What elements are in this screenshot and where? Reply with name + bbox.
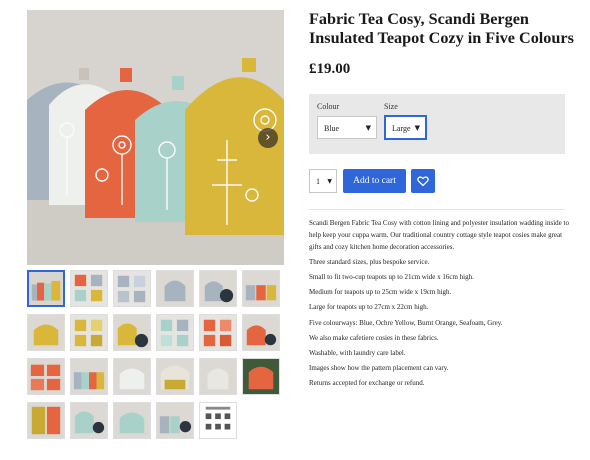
variant-options-panel: Colour Blue ▼ Size Large ▼ — [309, 94, 565, 154]
thumbnail-13[interactable] — [27, 358, 65, 395]
thumbnail-14[interactable] — [70, 358, 108, 395]
description-paragraph: Images show how the pattern placement ca… — [309, 364, 449, 373]
quantity-value: 1 — [316, 177, 320, 186]
thumbnail-9[interactable] — [113, 314, 151, 351]
thumbnail-15[interactable] — [113, 358, 151, 395]
chevron-down-icon: ▼ — [327, 178, 332, 185]
thumbnail-19[interactable] — [27, 402, 65, 439]
tea-cosy-photo — [27, 10, 284, 265]
product-price: £19.00 — [309, 61, 351, 77]
size-select-value: Large — [392, 124, 411, 133]
description-paragraph: Small to fit two-cup teapots up to 21cm … — [309, 272, 474, 281]
chevron-down-icon: ▼ — [365, 124, 371, 132]
colour-select[interactable]: Blue ▼ — [317, 116, 377, 139]
thumbnail-23[interactable] — [199, 402, 237, 439]
add-to-cart-button[interactable]: Add to cart — [343, 169, 406, 193]
thumbnail-17[interactable] — [199, 358, 237, 395]
thumbnail-5[interactable] — [199, 270, 237, 307]
next-image-arrow[interactable]: › — [258, 128, 278, 148]
thumbnail-6[interactable] — [242, 270, 280, 307]
description-paragraph: Large for teapots up to 27cm x 22cm high… — [309, 303, 429, 312]
chevron-down-icon: ▼ — [414, 124, 420, 132]
thumbnail-12[interactable] — [242, 314, 280, 351]
main-product-image[interactable]: › — [27, 10, 284, 265]
thumbnail-8[interactable] — [70, 314, 108, 351]
divider — [309, 209, 565, 210]
description-paragraph: Three standard sizes, plus bespoke servi… — [309, 257, 430, 266]
thumbnail-16[interactable] — [156, 358, 194, 395]
size-label: Size — [384, 102, 398, 111]
thumbnail-2[interactable] — [70, 270, 108, 307]
thumbnail-20[interactable] — [70, 402, 108, 439]
thumbnail-10[interactable] — [156, 314, 194, 351]
description-paragraph: Medium for teapots up to 25cm wide x 19c… — [309, 288, 452, 297]
thumbnail-21[interactable] — [113, 402, 151, 439]
product-description: Scandi Bergen Fabric Tea Cosy with cotto… — [309, 218, 571, 393]
colour-select-value: Blue — [324, 124, 340, 133]
thumbnail-11[interactable] — [199, 314, 237, 351]
description-paragraph: Returns accepted for exchange or refund. — [309, 379, 425, 388]
thumbnail-4[interactable] — [156, 270, 194, 307]
thumbnail-22[interactable] — [156, 402, 194, 439]
thumbnail-1[interactable] — [27, 270, 65, 307]
heart-icon — [417, 176, 429, 187]
size-select[interactable]: Large ▼ — [384, 115, 427, 140]
description-paragraph: We also make cafetiere cosies in these f… — [309, 333, 439, 342]
description-paragraph: Washable, with laundry care label. — [309, 348, 406, 357]
colour-label: Colour — [317, 102, 340, 111]
wishlist-button[interactable] — [411, 169, 435, 193]
description-paragraph: Scandi Bergen Fabric Tea Cosy with cotto… — [309, 219, 569, 251]
product-title: Fabric Tea Cosy, Scandi Bergen Insulated… — [309, 10, 574, 47]
thumbnail-7[interactable] — [27, 314, 65, 351]
quantity-select[interactable]: 1 ▼ — [309, 169, 337, 193]
thumbnail-3[interactable] — [113, 270, 151, 307]
description-paragraph: Five colourways: Blue, Ochre Yellow, Bur… — [309, 318, 503, 327]
thumbnail-18[interactable] — [242, 358, 280, 395]
